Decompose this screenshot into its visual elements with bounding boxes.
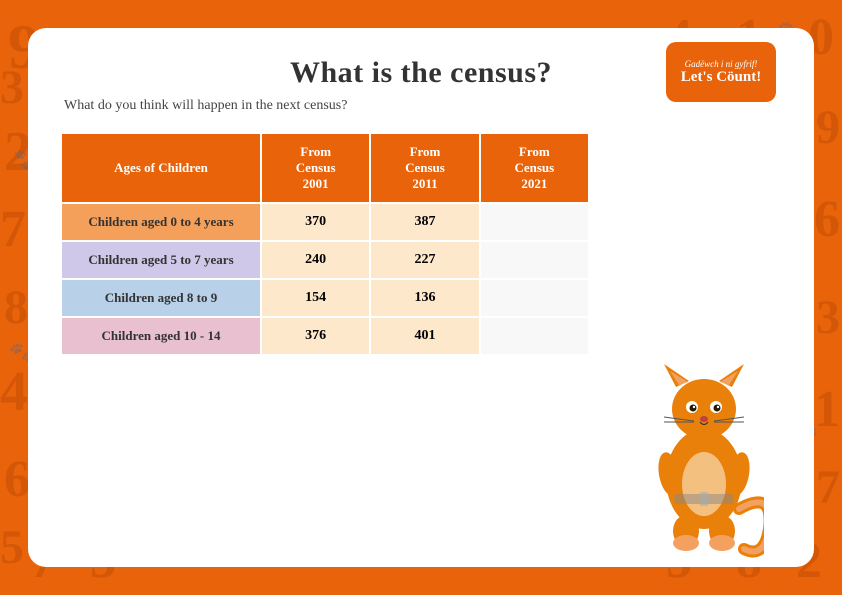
census-2011-value: 227 xyxy=(370,241,479,279)
census-table: Ages of Children FromCensus2001 FromCens… xyxy=(60,132,590,356)
census-2011-value: 387 xyxy=(370,203,479,241)
census-2011-value: 401 xyxy=(370,317,479,355)
census-2001-value: 240 xyxy=(261,241,370,279)
data-table-wrapper: Ages of Children FromCensus2001 FromCens… xyxy=(60,132,590,356)
col-header-ages: Ages of Children xyxy=(61,133,261,203)
logo-badge: Gadëwch i ni gyfrif! Let's Cöunt! xyxy=(666,42,776,102)
census-2021-value xyxy=(480,279,589,317)
census-2021-value xyxy=(480,203,589,241)
table-row: Children aged 8 to 9154136 xyxy=(61,279,589,317)
row-label: Children aged 5 to 7 years xyxy=(61,241,261,279)
logo-line2: Let's Cöunt! xyxy=(681,69,761,86)
census-2001-value: 370 xyxy=(261,203,370,241)
table-row: Children aged 0 to 4 years370387 xyxy=(61,203,589,241)
logo-line1: Gadëwch i ni gyfrif! xyxy=(685,59,758,69)
table-header-row: Ages of Children FromCensus2001 FromCens… xyxy=(61,133,589,203)
content-area: Ages of Children FromCensus2001 FromCens… xyxy=(60,132,782,356)
col-header-2021: FromCensus2021 xyxy=(480,133,589,203)
col-header-2011: FromCensus2011 xyxy=(370,133,479,203)
row-label: Children aged 0 to 4 years xyxy=(61,203,261,241)
cat-illustration xyxy=(644,309,764,529)
census-2011-value: 136 xyxy=(370,279,479,317)
row-label: Children aged 8 to 9 xyxy=(61,279,261,317)
census-2021-value xyxy=(480,317,589,355)
table-row: Children aged 5 to 7 years240227 xyxy=(61,241,589,279)
table-row: Children aged 10 - 14376401 xyxy=(61,317,589,355)
row-label: Children aged 10 - 14 xyxy=(61,317,261,355)
col-header-2001: FromCensus2001 xyxy=(261,133,370,203)
census-2001-value: 376 xyxy=(261,317,370,355)
census-2001-value: 154 xyxy=(261,279,370,317)
census-2021-value xyxy=(480,241,589,279)
main-card: Gadëwch i ni gyfrif! Let's Cöunt! What i… xyxy=(28,28,814,567)
